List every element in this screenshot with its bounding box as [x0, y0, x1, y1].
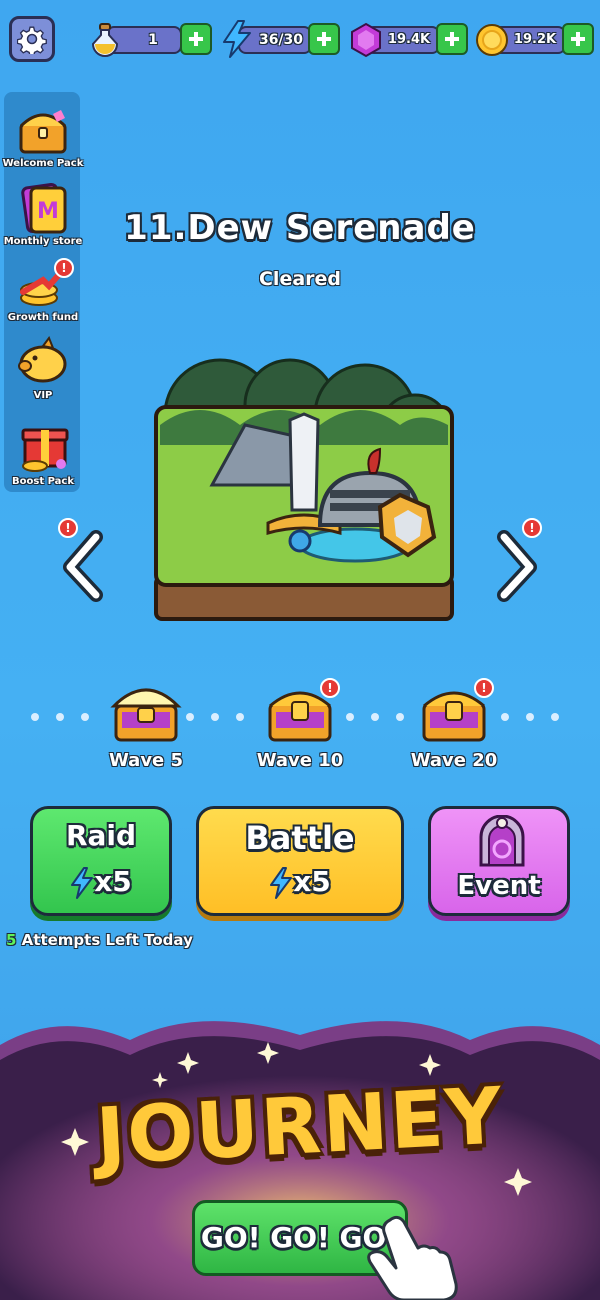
stage-status: Cleared — [258, 268, 342, 290]
alert-badge: ! — [320, 678, 340, 698]
gem-icon — [351, 22, 381, 58]
attempts-count: 5 — [6, 931, 17, 949]
coins-resource: 19.2K — [474, 22, 594, 56]
lightning-icon — [270, 867, 293, 899]
gear-icon — [17, 26, 47, 54]
stage-title: 11.Dew Serenade — [124, 208, 476, 248]
sidebar-item-welcome-pack[interactable]: Welcome Pack — [0, 104, 86, 169]
sidebar-item-label: Boost Pack — [12, 476, 74, 487]
battle-cost: x5 — [199, 865, 401, 899]
open-chest-icon — [110, 688, 182, 742]
portal-icon — [479, 815, 525, 867]
raid-button[interactable]: Raid x5 — [30, 806, 172, 916]
battle-label: Battle — [245, 819, 355, 857]
lightning-icon — [71, 867, 94, 899]
gift-box-icon — [21, 428, 69, 472]
gems-resource: 19.4K — [348, 22, 468, 58]
pointing-hand-icon — [367, 1215, 458, 1300]
sidebar-item-label: Growth fund — [7, 312, 79, 323]
plus-icon — [571, 32, 585, 46]
alert-badge: ! — [58, 518, 78, 538]
lightning-icon — [223, 20, 251, 58]
add-coins-button[interactable] — [562, 23, 594, 55]
sidebar-item-boost-pack[interactable]: Boost Pack — [0, 416, 86, 487]
energy-resource: 36/30 — [220, 20, 340, 58]
potion-resource: 1 — [88, 22, 212, 57]
wave-label: Wave 20 — [410, 750, 498, 771]
battle-cost-value: x5 — [293, 865, 331, 898]
sidebar-item-vip[interactable]: VIP — [0, 335, 86, 401]
gems-value: 19.4K — [387, 32, 431, 47]
event-label: Event — [457, 871, 541, 901]
wave-label: Wave 5 — [108, 750, 184, 771]
coin-icon — [476, 24, 508, 56]
potion-icon — [91, 23, 119, 57]
event-button[interactable]: Event — [428, 806, 570, 916]
attempts-label: Attempts Left Today — [21, 931, 193, 949]
settings-button[interactable] — [9, 16, 55, 62]
sidebar-item-label: Welcome Pack — [2, 158, 84, 169]
raid-label: Raid — [65, 819, 137, 852]
plus-icon — [445, 32, 459, 46]
wave-reward-5[interactable]: Wave 5 — [96, 678, 196, 771]
battle-button[interactable]: Battle x5 — [196, 806, 404, 916]
energy-value: 36/30 — [258, 32, 304, 48]
add-gems-button[interactable] — [436, 23, 468, 55]
add-potion-button[interactable] — [180, 23, 212, 55]
wave-label: Wave 10 — [256, 750, 344, 771]
stage-illustration[interactable] — [150, 345, 460, 625]
potion-value: 1 — [148, 32, 158, 48]
alert-badge: ! — [474, 678, 494, 698]
sidebar-item-label: VIP — [33, 390, 53, 401]
raid-cost: x5 — [33, 865, 169, 899]
raid-cost-value: x5 — [94, 865, 132, 898]
plus-icon — [189, 32, 203, 46]
chest-icon — [19, 110, 67, 154]
attempts-left-text: 5 Attempts Left Today — [6, 931, 193, 949]
plus-icon — [317, 32, 331, 46]
piggy-bank-icon — [18, 335, 67, 383]
add-energy-button[interactable] — [308, 23, 340, 55]
alert-badge: ! — [522, 518, 542, 538]
coins-value: 19.2K — [513, 32, 557, 47]
